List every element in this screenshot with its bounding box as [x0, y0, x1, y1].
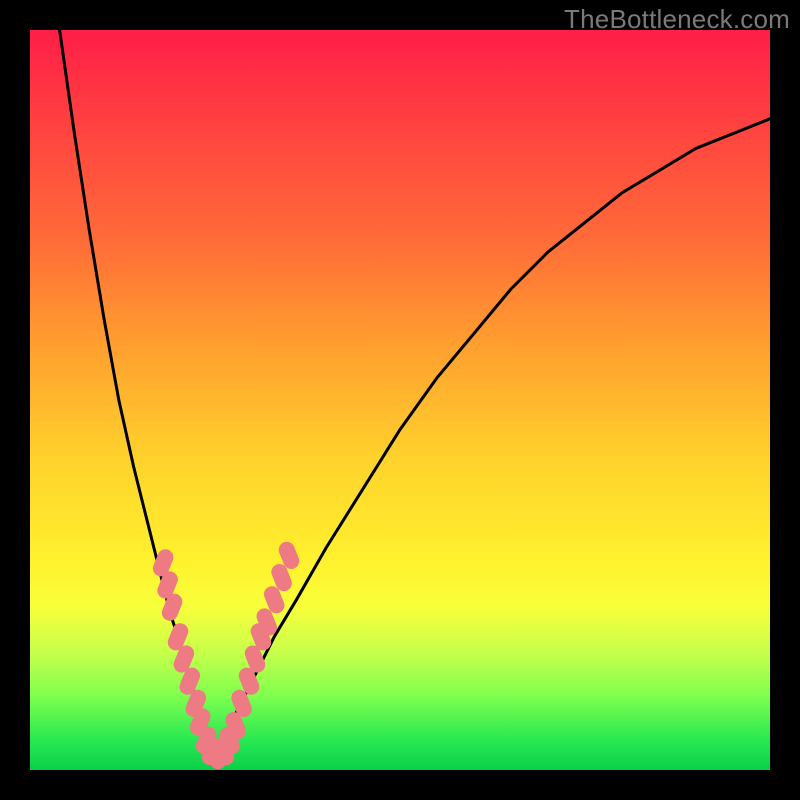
plot-area [30, 30, 770, 770]
curve-right-branch [215, 119, 770, 755]
curve-left-branch [60, 30, 215, 755]
curve-layer [30, 30, 770, 770]
watermark-text: TheBottleneck.com [564, 4, 790, 35]
outer-frame: TheBottleneck.com [0, 0, 800, 800]
